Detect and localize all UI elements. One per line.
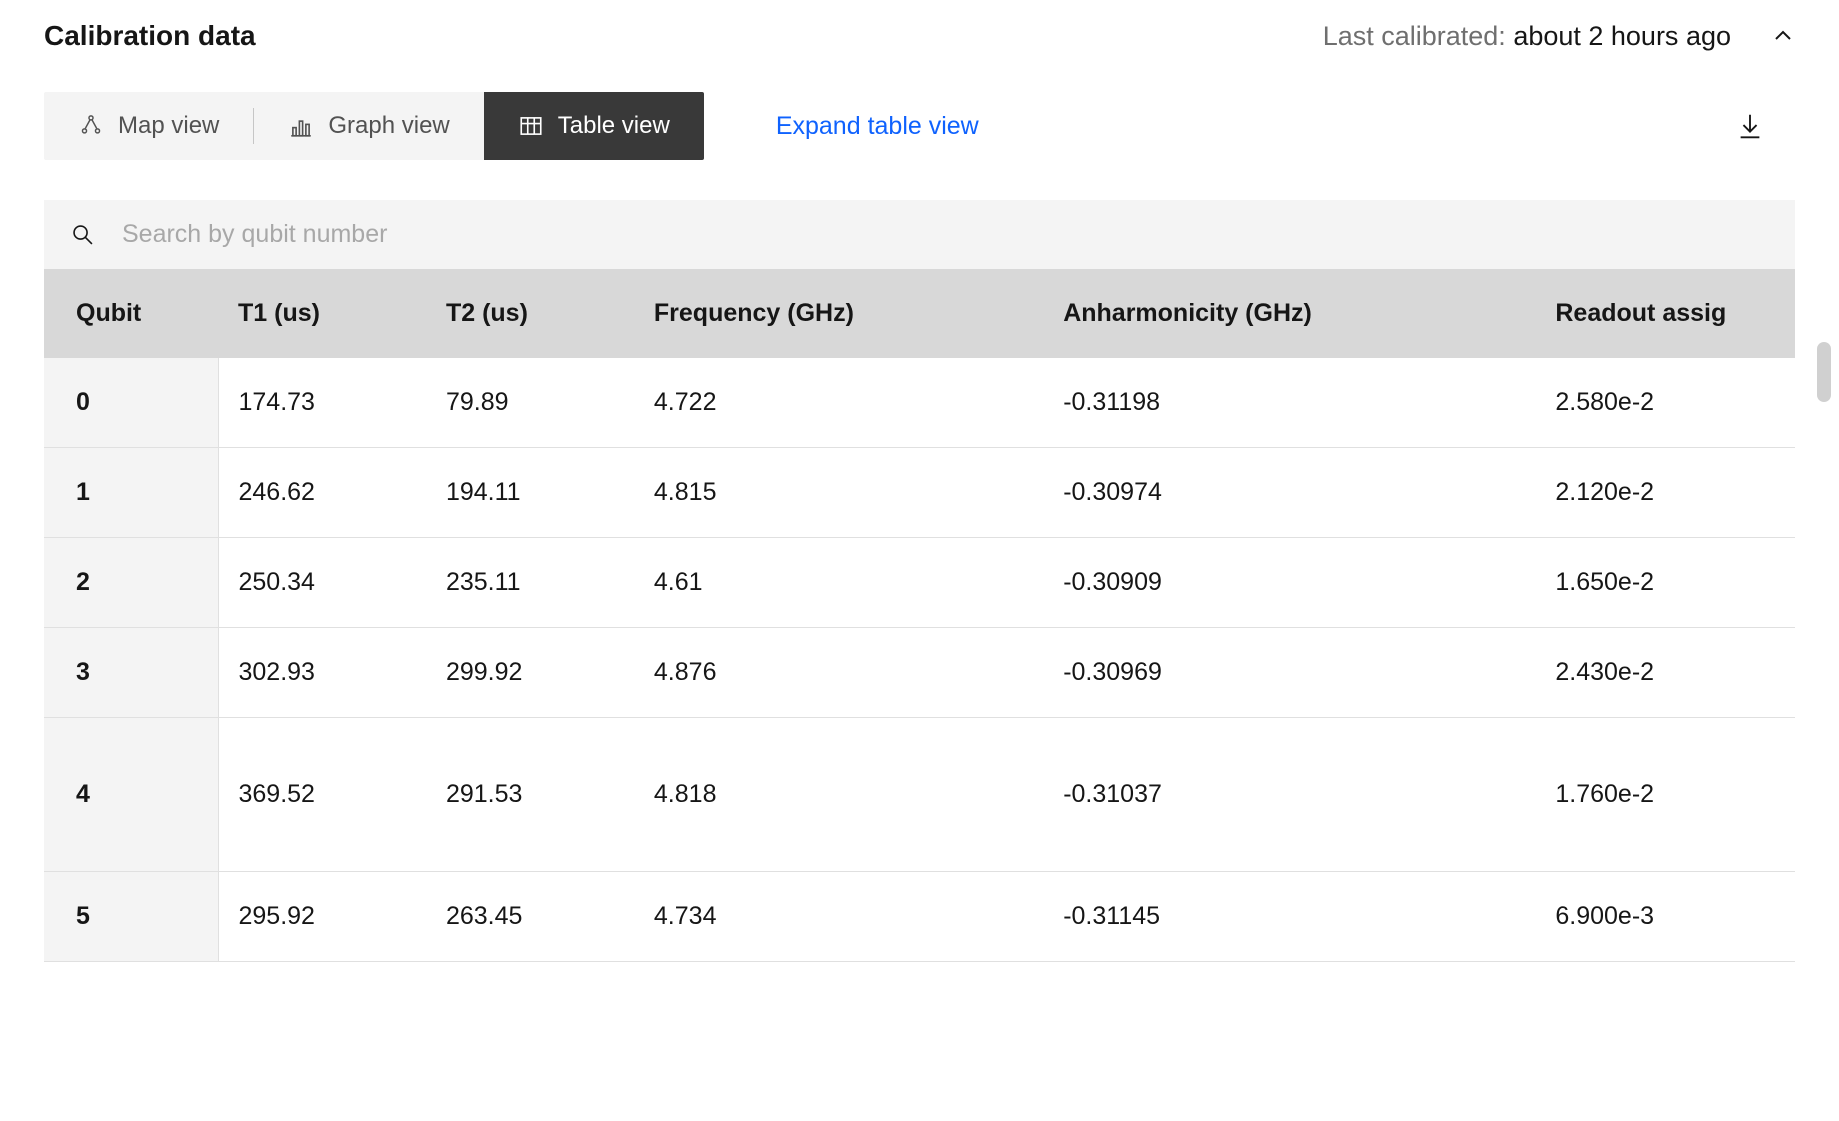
table-wrapper: Qubit T1 (us) T2 (us) Frequency (GHz) An… xyxy=(44,269,1795,962)
tab-map-view[interactable]: Map view xyxy=(44,92,253,160)
cell-qubit: 5 xyxy=(44,872,218,962)
cell-anh: -0.31145 xyxy=(1043,872,1535,962)
cell-t1: 174.73 xyxy=(218,358,426,448)
tree-icon xyxy=(78,113,104,139)
cell-t1: 246.62 xyxy=(218,448,426,538)
tab-table-view[interactable]: Table view xyxy=(484,92,704,160)
cell-t2: 235.11 xyxy=(426,538,634,628)
download-icon[interactable] xyxy=(1735,111,1765,141)
tab-graph-label: Graph view xyxy=(328,112,449,140)
cell-qubit: 1 xyxy=(44,448,218,538)
cell-ro: 1.650e-2 xyxy=(1535,538,1795,628)
cell-anh: -0.30909 xyxy=(1043,538,1535,628)
tab-graph-view[interactable]: Graph view xyxy=(254,92,483,160)
cell-ro: 2.430e-2 xyxy=(1535,628,1795,718)
col-frequency[interactable]: Frequency (GHz) xyxy=(634,269,1043,358)
cell-t2: 194.11 xyxy=(426,448,634,538)
col-t1[interactable]: T1 (us) xyxy=(218,269,426,358)
last-calibrated: Last calibrated: about 2 hours ago xyxy=(1323,21,1731,52)
cell-anh: -0.30974 xyxy=(1043,448,1535,538)
cell-anh: -0.30969 xyxy=(1043,628,1535,718)
cell-t1: 295.92 xyxy=(218,872,426,962)
col-t2[interactable]: T2 (us) xyxy=(426,269,634,358)
cell-t2: 291.53 xyxy=(426,718,634,872)
table-row: 2 250.34 235.11 4.61 -0.30909 1.650e-2 xyxy=(44,538,1795,628)
last-calibrated-label: Last calibrated: xyxy=(1323,21,1514,51)
cell-qubit: 4 xyxy=(44,718,218,872)
cell-ro: 2.580e-2 xyxy=(1535,358,1795,448)
cell-t1: 302.93 xyxy=(218,628,426,718)
cell-freq: 4.61 xyxy=(634,538,1043,628)
view-tabs: Map view Graph view xyxy=(44,92,704,160)
tab-table-label: Table view xyxy=(558,112,670,140)
cell-anh: -0.31198 xyxy=(1043,358,1535,448)
search-bar xyxy=(44,200,1795,269)
table-icon xyxy=(518,113,544,139)
col-anharmonicity[interactable]: Anharmonicity (GHz) xyxy=(1043,269,1535,358)
cell-ro: 2.120e-2 xyxy=(1535,448,1795,538)
cell-t1: 369.52 xyxy=(218,718,426,872)
expand-table-link[interactable]: Expand table view xyxy=(776,112,979,141)
last-calibrated-value: about 2 hours ago xyxy=(1513,21,1731,51)
collapse-icon[interactable] xyxy=(1771,24,1795,48)
table-row: 4 369.52 291.53 4.818 -0.31037 1.760e-2 xyxy=(44,718,1795,872)
cell-anh: -0.31037 xyxy=(1043,718,1535,872)
cell-freq: 4.876 xyxy=(634,628,1043,718)
cell-qubit: 0 xyxy=(44,358,218,448)
scrollbar-thumb[interactable] xyxy=(1817,342,1831,402)
cell-t2: 79.89 xyxy=(426,358,634,448)
calibration-table: Qubit T1 (us) T2 (us) Frequency (GHz) An… xyxy=(44,269,1795,962)
cell-ro: 6.900e-3 xyxy=(1535,872,1795,962)
table-row: 5 295.92 263.45 4.734 -0.31145 6.900e-3 xyxy=(44,872,1795,962)
cell-t2: 263.45 xyxy=(426,872,634,962)
table-row: 3 302.93 299.92 4.876 -0.30969 2.430e-2 xyxy=(44,628,1795,718)
table-row: 1 246.62 194.11 4.815 -0.30974 2.120e-2 xyxy=(44,448,1795,538)
col-readout[interactable]: Readout assig xyxy=(1535,269,1795,358)
cell-freq: 4.815 xyxy=(634,448,1043,538)
header: Calibration data Last calibrated: about … xyxy=(44,20,1795,52)
cell-freq: 4.734 xyxy=(634,872,1043,962)
cell-qubit: 2 xyxy=(44,538,218,628)
cell-freq: 4.818 xyxy=(634,718,1043,872)
table-row: 0 174.73 79.89 4.722 -0.31198 2.580e-2 xyxy=(44,358,1795,448)
cell-ro: 1.760e-2 xyxy=(1535,718,1795,872)
bar-chart-icon xyxy=(288,113,314,139)
cell-qubit: 3 xyxy=(44,628,218,718)
cell-t1: 250.34 xyxy=(218,538,426,628)
search-icon xyxy=(70,222,96,248)
toolbar: Map view Graph view xyxy=(44,92,1795,160)
page-title: Calibration data xyxy=(44,20,256,52)
tab-map-label: Map view xyxy=(118,112,219,140)
search-input[interactable] xyxy=(122,220,1769,249)
col-qubit[interactable]: Qubit xyxy=(44,269,218,358)
cell-t2: 299.92 xyxy=(426,628,634,718)
cell-freq: 4.722 xyxy=(634,358,1043,448)
